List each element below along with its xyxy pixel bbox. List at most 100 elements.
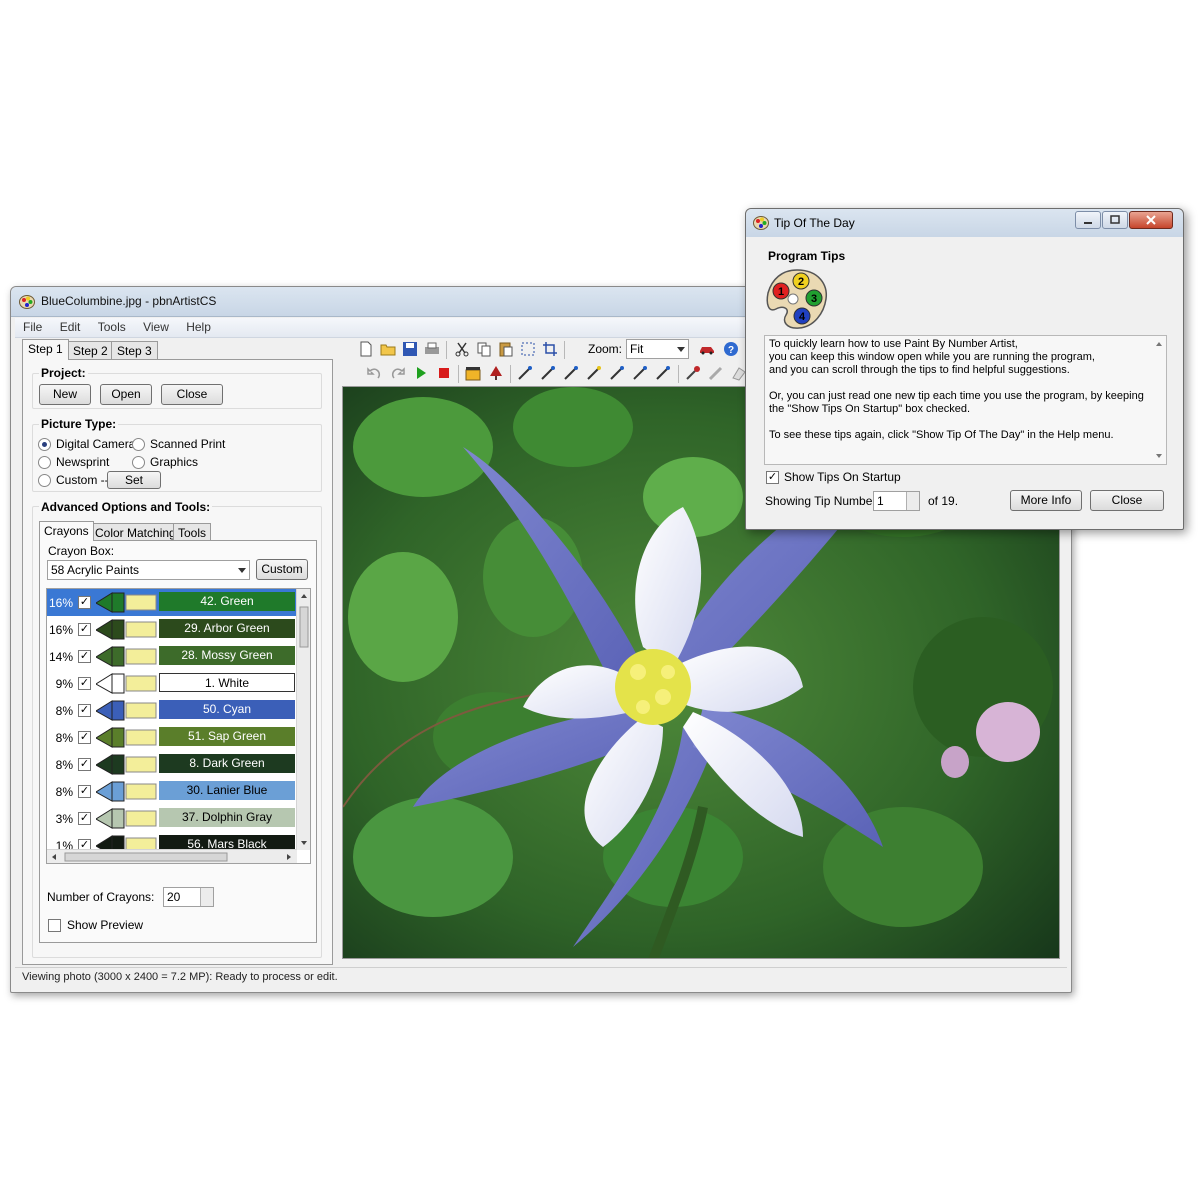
paste-icon[interactable] (498, 341, 514, 357)
crayon-box-select[interactable]: 58 Acrylic Paints (47, 560, 250, 580)
dialog-title-bar[interactable]: Tip Of The Day (746, 209, 1183, 237)
crayon-row[interactable]: 8% ✓ 8. Dark Green (47, 751, 297, 778)
maximize-button[interactable] (1102, 211, 1128, 229)
crayon-row[interactable]: 8% ✓ 30. Lanier Blue (47, 778, 297, 805)
tab-color-matching[interactable]: Color Matching (90, 523, 181, 541)
crayon-checkbox[interactable]: ✓ (78, 758, 91, 771)
minimize-button[interactable] (1075, 211, 1101, 229)
cut-icon[interactable] (454, 341, 470, 357)
crayon-row[interactable]: 14% ✓ 28. Mossy Green (47, 643, 297, 670)
stepper-arrows-icon[interactable] (200, 888, 213, 906)
maximize-icon (1110, 215, 1120, 224)
brush-6-icon[interactable] (632, 365, 648, 381)
stop-icon[interactable] (436, 365, 452, 381)
stepper-arrows-icon[interactable] (906, 492, 919, 510)
redo-icon[interactable] (390, 365, 406, 381)
num-crayons-stepper[interactable]: 20 (163, 887, 214, 907)
zoom-select[interactable]: Fit (626, 339, 689, 359)
crayon-checkbox[interactable]: ✓ (78, 596, 91, 609)
crayon-row[interactable]: 16% ✓ 42. Green (47, 589, 297, 616)
paint-palette-icon: 1 2 3 4 (766, 269, 827, 329)
save-icon[interactable] (402, 341, 418, 357)
print-icon[interactable] (424, 341, 440, 357)
crayon-checkbox[interactable]: ✓ (78, 812, 91, 825)
menu-help[interactable]: Help (178, 318, 217, 334)
minimize-icon (1084, 222, 1092, 224)
tab-crayons[interactable]: Crayons (39, 521, 94, 541)
select-icon[interactable] (520, 341, 536, 357)
crop-icon[interactable] (542, 341, 558, 357)
tip-scrollbar-arrows-icon[interactable] (1154, 338, 1164, 462)
brush-7-icon[interactable] (655, 365, 671, 381)
crayon-percent: 16% (48, 596, 73, 610)
crayon-name: 42. Green (159, 592, 295, 611)
play-icon[interactable] (413, 365, 429, 381)
radio-newsprint[interactable] (38, 456, 51, 469)
crayon-list[interactable]: 16% ✓ 42. Green 16% ✓ 29. Arbor Green 14% ✓ 28. … (46, 588, 311, 864)
crayon-checkbox[interactable]: ✓ (78, 623, 91, 636)
menu-view[interactable]: View (135, 318, 175, 334)
crayon-icon (96, 619, 157, 640)
radio-digital-camera[interactable] (38, 438, 51, 451)
crayon-checkbox[interactable]: ✓ (78, 731, 91, 744)
clapboard-icon[interactable] (465, 365, 481, 381)
crayon-checkbox[interactable]: ✓ (78, 650, 91, 663)
crayon-icon (96, 592, 157, 613)
radio-scanned-print[interactable] (132, 438, 145, 451)
more-info-button[interactable]: More Info (1010, 490, 1082, 511)
brush-2-icon[interactable] (540, 365, 556, 381)
crayon-checkbox[interactable]: ✓ (78, 785, 91, 798)
brush-4-icon[interactable] (586, 365, 602, 381)
undo-icon[interactable] (366, 365, 382, 381)
num-crayons-label: Number of Crayons: (47, 890, 155, 904)
eyedropper-icon[interactable] (685, 365, 701, 381)
show-preview-checkbox[interactable] (48, 919, 61, 932)
show-tips-checkbox[interactable]: ✓ (766, 471, 779, 484)
crayon-row[interactable]: 3% ✓ 37. Dolphin Gray (47, 805, 297, 832)
close-button[interactable]: Close (1090, 490, 1164, 511)
tip-number-stepper[interactable]: 1 (873, 491, 920, 511)
radio-graphics[interactable] (132, 456, 145, 469)
menu-file[interactable]: File (15, 318, 48, 334)
crayon-icon (96, 673, 157, 694)
tip-text-box[interactable]: To quickly learn how to use Paint By Num… (764, 335, 1167, 465)
brush-5-icon[interactable] (609, 365, 625, 381)
copy-icon[interactable] (476, 341, 492, 357)
new-button[interactable]: New (39, 384, 91, 405)
tab-step-1[interactable]: Step 1 (22, 339, 69, 360)
crayon-list-hscrollbar[interactable] (47, 849, 297, 863)
pencil-icon[interactable] (708, 365, 724, 381)
crayon-name: 28. Mossy Green (159, 646, 295, 665)
crayon-row[interactable]: 8% ✓ 51. Sap Green (47, 724, 297, 751)
crayon-list-scrollbar[interactable] (296, 589, 310, 850)
set-button[interactable]: Set (107, 471, 161, 489)
brush-icon[interactable] (517, 365, 533, 381)
new-file-icon[interactable] (358, 341, 374, 357)
crayon-row[interactable]: 8% ✓ 50. Cyan (47, 697, 297, 724)
crayon-box-label: Crayon Box: (48, 544, 115, 558)
help-icon[interactable]: ? (723, 341, 739, 357)
radio-custom[interactable] (38, 474, 51, 487)
crayon-row[interactable]: 16% ✓ 29. Arbor Green (47, 616, 297, 643)
tab-tools[interactable]: Tools (173, 523, 212, 541)
tab-step-2[interactable]: Step 2 (67, 341, 114, 359)
crayon-checkbox[interactable]: ✓ (78, 677, 91, 690)
tree-icon[interactable] (488, 365, 504, 381)
window-title: BlueColumbine.jpg - pbnArtistCS (41, 294, 217, 308)
tab-step-3[interactable]: Step 3 (111, 341, 158, 359)
crayon-name: 37. Dolphin Gray (159, 808, 295, 827)
crayon-icon (96, 646, 157, 667)
open-button[interactable]: Open (100, 384, 152, 405)
brush-3-icon[interactable] (563, 365, 579, 381)
custom-button[interactable]: Custom (256, 559, 308, 580)
car-icon[interactable] (699, 341, 715, 357)
close-window-button[interactable] (1129, 211, 1173, 229)
close-icon (1146, 215, 1156, 225)
crayon-name: 8. Dark Green (159, 754, 295, 773)
menu-edit[interactable]: Edit (52, 318, 87, 334)
open-folder-icon[interactable] (380, 341, 396, 357)
crayon-row[interactable]: 9% ✓ 1. White (47, 670, 297, 697)
crayon-checkbox[interactable]: ✓ (78, 704, 91, 717)
menu-tools[interactable]: Tools (90, 318, 132, 334)
close-project-button[interactable]: Close (161, 384, 223, 405)
